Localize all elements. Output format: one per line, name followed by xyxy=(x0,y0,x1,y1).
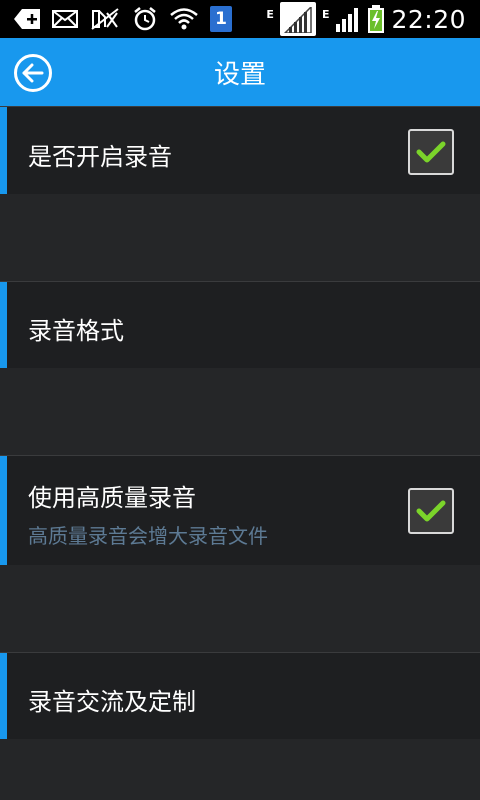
row-accent xyxy=(0,282,7,368)
back-arrow-icon xyxy=(22,63,44,83)
setting-title: 是否开启录音 xyxy=(28,143,172,171)
setting-row-feedback-custom[interactable]: 录音交流及定制 xyxy=(0,652,480,739)
setting-row-recording-format[interactable]: 录音格式 xyxy=(0,281,480,368)
setting-row-enable-recording[interactable]: 是否开启录音 xyxy=(0,106,480,194)
checkmark-icon xyxy=(416,141,446,163)
alarm-icon xyxy=(132,6,158,32)
back-button[interactable] xyxy=(14,54,52,92)
clock: 22:20 xyxy=(391,4,466,34)
network-type-label: E xyxy=(266,8,274,21)
setting-title: 录音格式 xyxy=(28,317,124,345)
page-title: 设置 xyxy=(213,59,266,90)
row-accent xyxy=(0,653,7,739)
enable-recording-checkbox[interactable] xyxy=(408,129,454,175)
setting-subtitle: 高质量录音会增大录音文件 xyxy=(28,524,268,548)
checkmark-icon xyxy=(416,500,446,522)
row-accent xyxy=(0,456,7,565)
signal-icon xyxy=(279,2,316,36)
mail-icon xyxy=(52,9,78,29)
wifi-icon xyxy=(170,7,198,31)
setting-title: 使用高质量录音 xyxy=(28,484,196,512)
section-gap xyxy=(0,368,480,455)
network-type-label: E xyxy=(321,8,330,21)
section-gap xyxy=(0,565,480,652)
action-bar: 设置 xyxy=(0,38,480,106)
signal-icon xyxy=(335,6,361,32)
setting-row-high-quality[interactable]: 使用高质量录音 高质量录音会增大录音文件 xyxy=(0,455,480,565)
section-gap xyxy=(0,194,480,281)
setting-title: 录音交流及定制 xyxy=(28,688,196,716)
status-bar: 1 E E 22:20 xyxy=(0,0,480,38)
add-notification-icon xyxy=(14,9,40,29)
battery-charging-icon xyxy=(367,5,385,33)
sim-icon: 1 xyxy=(210,6,232,32)
row-accent xyxy=(0,107,7,194)
mute-icon xyxy=(90,7,120,31)
high-quality-checkbox[interactable] xyxy=(408,488,454,534)
